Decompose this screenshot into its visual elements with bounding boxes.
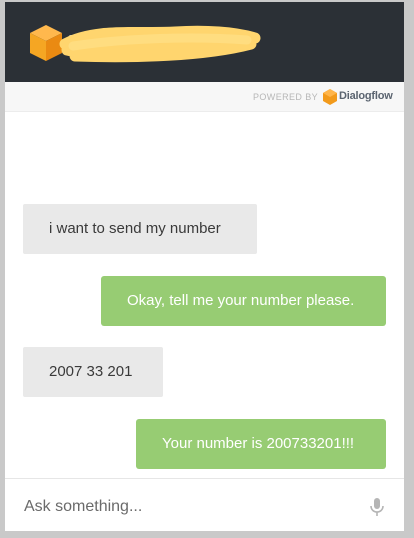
input-bar — [5, 478, 404, 531]
powered-by-bar: POWERED BY Dialogflow — [5, 82, 404, 112]
user-message: 2007 33 201 — [23, 347, 163, 397]
dialogflow-brand[interactable]: Dialogflow — [339, 90, 393, 102]
chat-window: Sutherland Helping POWERED BY Dialogflow… — [5, 2, 404, 531]
microphone-icon[interactable] — [369, 497, 385, 517]
dialogflow-logo-icon — [323, 89, 337, 105]
query-input[interactable] — [22, 491, 346, 523]
redaction-scribble — [59, 25, 261, 63]
bot-message: Your number is 200733201!!! — [136, 419, 386, 469]
powered-by-label: POWERED BY — [253, 92, 319, 102]
bot-message: Okay, tell me your number please. — [101, 276, 386, 326]
chat-header: Sutherland Helping — [5, 2, 404, 82]
user-message: i want to send my number — [23, 204, 257, 254]
